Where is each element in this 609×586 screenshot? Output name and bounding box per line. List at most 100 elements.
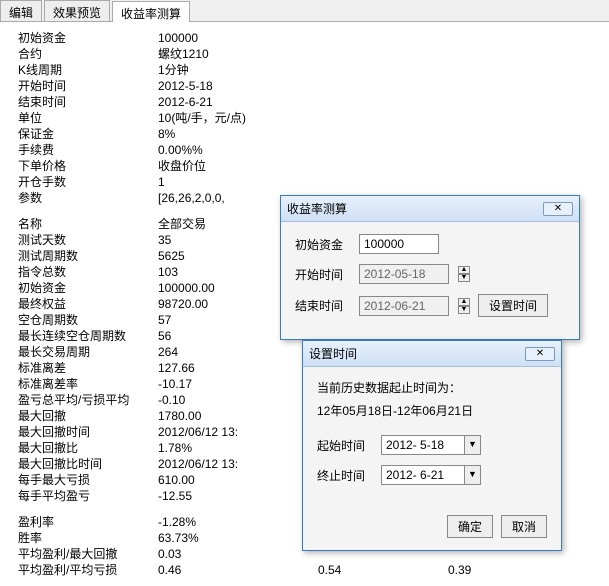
chevron-down-icon: ▼ [464, 466, 480, 484]
row-label: 每手平均盈亏 [18, 488, 158, 504]
row-label: 结束时间 [18, 94, 158, 110]
row-value: 1分钟 [158, 62, 318, 78]
row-value-3: 0.54 [318, 562, 448, 578]
row-value: 8% [158, 126, 318, 142]
set-time-button[interactable]: 设置时间 [478, 294, 548, 317]
row-label: 单位 [18, 110, 158, 126]
row-label: 标准离差率 [18, 376, 158, 392]
range-text: 12年05月18日-12年06月21日 [317, 402, 547, 419]
data-row: 平均盈利/平均亏损0.460.540.39 [18, 562, 605, 578]
row-value: 0.03 [158, 546, 318, 562]
dialog-yield-title: 收益率测算 [287, 200, 347, 217]
row-label: 最大回撤 [18, 408, 158, 424]
row-value: 2012-6-21 [158, 94, 318, 110]
label-range-start: 起始时间 [317, 437, 373, 454]
row-value: 2012-5-18 [158, 78, 318, 94]
data-row: 手续费0.00%% [18, 142, 605, 158]
data-row: 结束时间2012-6-21 [18, 94, 605, 110]
dialog-set-time: 设置时间 ✕ 当前历史数据起止时间为： 12年05月18日-12年06月21日 … [302, 340, 562, 551]
input-initial-funds[interactable] [359, 234, 439, 254]
close-icon[interactable]: ✕ [543, 202, 573, 216]
label-start-time: 开始时间 [295, 266, 351, 283]
ok-button[interactable]: 确定 [447, 515, 493, 538]
row-label: 开仓手数 [18, 174, 158, 190]
label-initial-funds: 初始资金 [295, 236, 351, 253]
data-row: 初始资金100000 [18, 30, 605, 46]
row-value: 1780.00 [158, 408, 318, 424]
spinner-start[interactable]: ▲▼ [458, 266, 470, 282]
row-label: 测试天数 [18, 232, 158, 248]
row-label: 指令总数 [18, 264, 158, 280]
row-label: 参数 [18, 190, 158, 206]
data-row: 单位10(吨/手，元/点) [18, 110, 605, 126]
row-label: 每手最大亏损 [18, 472, 158, 488]
select-end-time-value: 2012-06-21 [364, 299, 425, 313]
tab-bar: 编辑 效果预览 收益率测算 [0, 0, 609, 22]
row-label: 下单价格 [18, 158, 158, 174]
row-label: 平均盈利/平均亏损 [18, 562, 158, 578]
data-row: 下单价格收盘价位 [18, 158, 605, 174]
combo-end-value: 2012- 6-21 [382, 466, 464, 484]
select-start-time-value: 2012-05-18 [364, 267, 425, 281]
select-start-time[interactable]: 2012-05-18 [359, 264, 449, 284]
tab-preview[interactable]: 效果预览 [44, 0, 110, 21]
data-row: 开仓手数1 [18, 174, 605, 190]
combo-end-date[interactable]: 2012- 6-21 ▼ [381, 465, 481, 485]
row-label: 开始时间 [18, 78, 158, 94]
row-value: 63.73% [158, 530, 318, 546]
row-label: 最长连续空仓周期数 [18, 328, 158, 344]
row-label: 合约 [18, 46, 158, 62]
tab-calc[interactable]: 收益率测算 [112, 1, 190, 22]
row-label: 初始资金 [18, 280, 158, 296]
row-label: 手续费 [18, 142, 158, 158]
row-label: 保证金 [18, 126, 158, 142]
row-label: 最大回撤比 [18, 440, 158, 456]
row-label: 平均盈利/最大回撤 [18, 546, 158, 562]
row-label: 盈利率 [18, 514, 158, 530]
chevron-down-icon: ▼ [464, 436, 480, 454]
row-value: 1 [158, 174, 318, 190]
row-value: -12.55 [158, 488, 318, 504]
combo-start-value: 2012- 5-18 [382, 436, 464, 454]
row-label: 最长交易周期 [18, 344, 158, 360]
data-row: 开始时间2012-5-18 [18, 78, 605, 94]
select-end-time[interactable]: 2012-06-21 [359, 296, 449, 316]
row-label: 盈亏总平均/亏损平均 [18, 392, 158, 408]
row-value: 2012/06/12 13: [158, 456, 318, 472]
row-label: 名称 [18, 216, 158, 232]
data-row: K线周期1分钟 [18, 62, 605, 78]
row-value: 螺纹1210 [158, 46, 318, 62]
row-label: 测试周期数 [18, 248, 158, 264]
row-label: 标准离差 [18, 360, 158, 376]
close-icon[interactable]: ✕ [525, 347, 555, 361]
row-label: 初始资金 [18, 30, 158, 46]
row-value-4: 0.39 [448, 562, 578, 578]
row-value: -0.10 [158, 392, 318, 408]
dialog-set-time-title: 设置时间 [309, 345, 357, 362]
row-value: -1.28% [158, 514, 318, 530]
combo-start-date[interactable]: 2012- 5-18 ▼ [381, 435, 481, 455]
row-label: 胜率 [18, 530, 158, 546]
row-value: 127.66 [158, 360, 318, 376]
data-row: 合约螺纹1210 [18, 46, 605, 62]
label-range-end: 终止时间 [317, 467, 373, 484]
row-value: 0.00%% [158, 142, 318, 158]
row-label: K线周期 [18, 62, 158, 78]
row-value: 264 [158, 344, 318, 360]
data-row: 保证金8% [18, 126, 605, 142]
row-value: 10(吨/手，元/点) [158, 110, 318, 126]
row-label: 最大回撤比时间 [18, 456, 158, 472]
row-value: 610.00 [158, 472, 318, 488]
row-value: 0.46 [158, 562, 318, 578]
cancel-button[interactable]: 取消 [501, 515, 547, 538]
row-value: 100000 [158, 30, 318, 46]
row-label: 最终权益 [18, 296, 158, 312]
row-value: 收盘价位 [158, 158, 318, 174]
row-value: -10.17 [158, 376, 318, 392]
row-value: 1.78% [158, 440, 318, 456]
range-text-prefix: 当前历史数据起止时间为： [317, 379, 547, 396]
tab-edit[interactable]: 编辑 [0, 0, 42, 21]
row-value: 2012/06/12 13: [158, 424, 318, 440]
spinner-end[interactable]: ▲▼ [458, 298, 470, 314]
dialog-yield-calc: 收益率测算 ✕ 初始资金 开始时间 2012-05-18 ▲▼ 结束时间 201… [280, 195, 580, 340]
